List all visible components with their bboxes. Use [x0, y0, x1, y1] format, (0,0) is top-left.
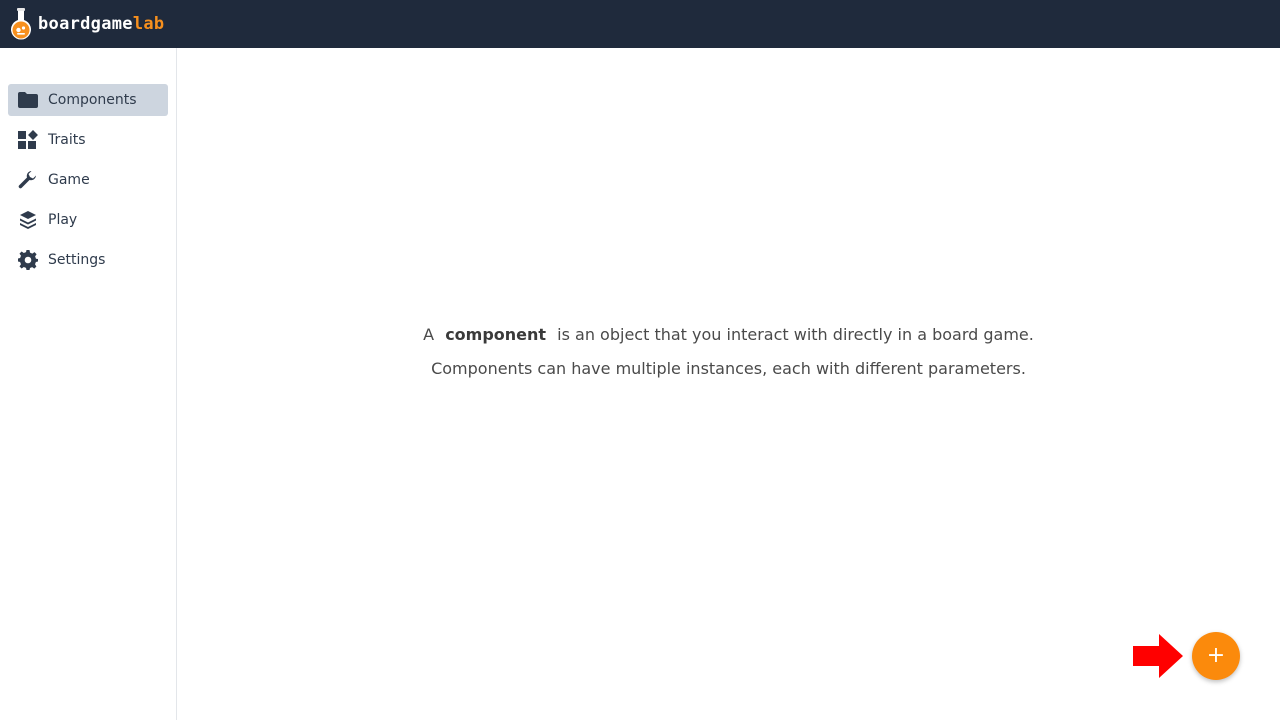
- sidebar-item-label: Traits: [48, 132, 86, 148]
- main-content: A component is an object that you intera…: [177, 48, 1280, 720]
- plus-icon: +: [1206, 643, 1226, 668]
- intro-line-2: Components can have multiple instances, …: [431, 359, 1026, 378]
- folder-icon: [18, 90, 38, 110]
- app-logo[interactable]: boardgamelab: [8, 0, 164, 48]
- empty-state-message: A component is an object that you intera…: [177, 318, 1280, 386]
- sidebar-item-label: Settings: [48, 252, 106, 268]
- arrow-right-icon: [1133, 634, 1183, 678]
- sidebar-item-components[interactable]: Components: [8, 84, 168, 116]
- widgets-icon: [18, 130, 38, 150]
- gear-icon: [18, 250, 38, 270]
- layers-icon: [18, 210, 38, 230]
- sidebar-item-label: Play: [48, 212, 78, 228]
- intro-bold-term: component: [445, 325, 547, 344]
- top-app-bar: boardgamelab: [0, 0, 1280, 48]
- add-component-button[interactable]: +: [1192, 632, 1240, 680]
- sidebar-item-traits[interactable]: Traits: [8, 124, 168, 156]
- intro-prefix: A: [423, 325, 435, 344]
- sidebar-item-game[interactable]: Game: [8, 164, 168, 196]
- sidebar-item-label: Components: [48, 92, 137, 108]
- logo-text-primary: boardgame: [38, 14, 133, 34]
- intro-line-1: A component is an object that you intera…: [177, 318, 1280, 352]
- intro-suffix: is an object that you interact with dire…: [557, 325, 1034, 344]
- sidebar-nav: Components Traits Game Play Settings: [0, 48, 177, 720]
- sidebar-item-play[interactable]: Play: [8, 204, 168, 236]
- sidebar-item-label: Game: [48, 172, 90, 188]
- logo-text-accent: lab: [132, 14, 165, 34]
- sidebar-item-settings[interactable]: Settings: [8, 244, 168, 276]
- flask-logo-icon: [10, 8, 31, 40]
- wrench-icon: [18, 170, 38, 190]
